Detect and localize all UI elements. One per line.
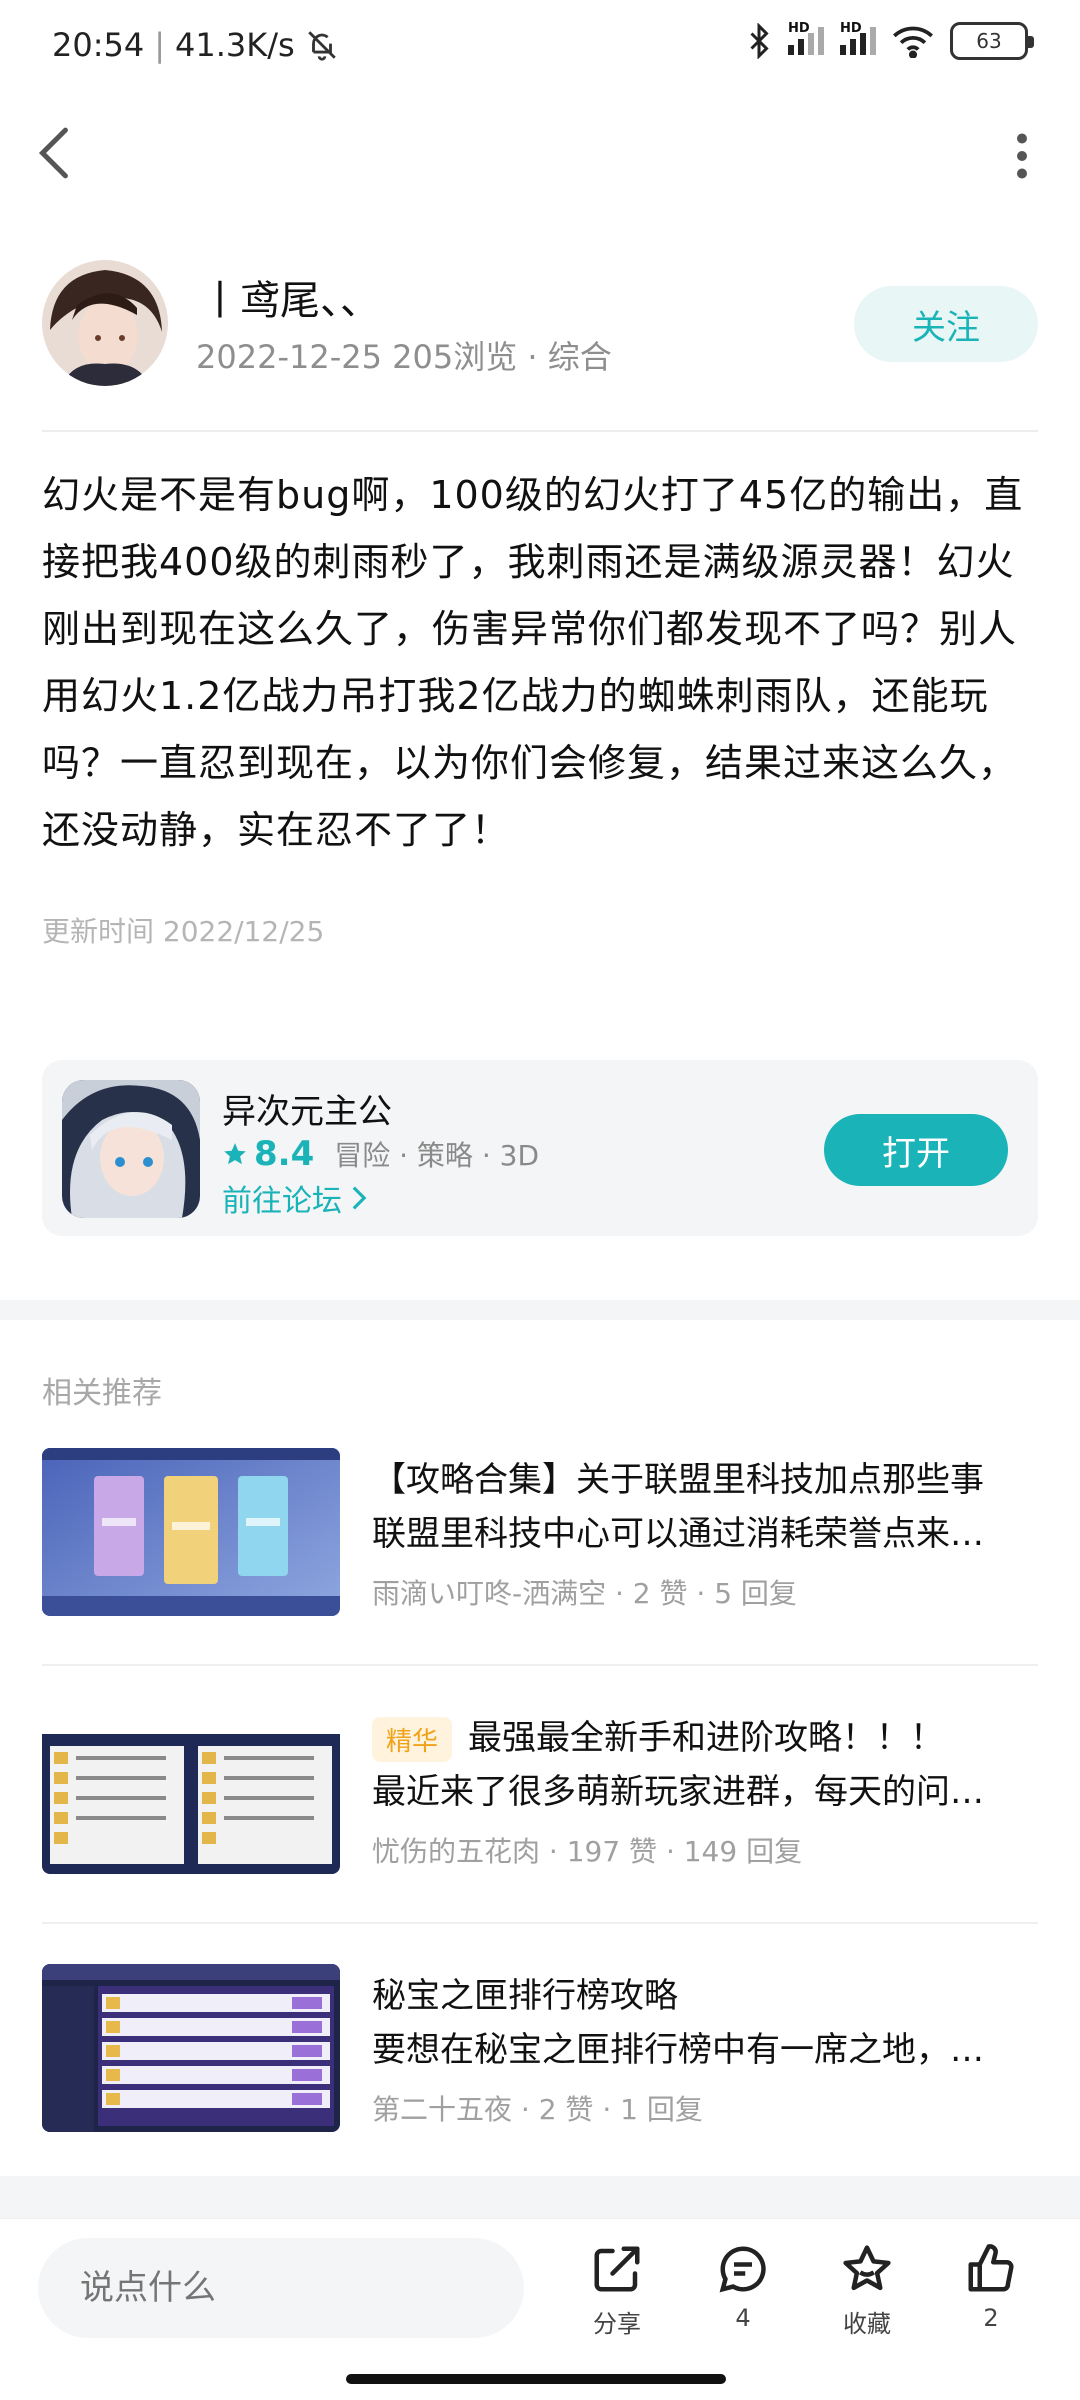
list-item-title[interactable]: 秘宝之匣排行榜攻略 <box>372 1968 678 2017</box>
signal-icon-2: HD <box>840 21 876 55</box>
update-time: 更新时间 2022/12/25 <box>42 915 325 948</box>
forum-link[interactable]: 前往论坛 <box>222 1176 368 1220</box>
list-item[interactable] <box>42 1964 340 2132</box>
status-left: 20:54 | 41.3K/s <box>52 26 339 64</box>
wifi-icon <box>893 26 933 58</box>
list-item[interactable] <box>42 1706 340 1874</box>
open-app-button[interactable]: 打开 <box>824 1114 1008 1186</box>
thumbnail-image <box>42 1964 340 2132</box>
section-separator <box>0 2176 1080 2218</box>
more-vertical-icon <box>1017 133 1027 179</box>
follow-button[interactable]: 关注 <box>854 286 1038 362</box>
chevron-right-icon <box>352 1186 367 1210</box>
favorite-label: 收藏 <box>843 2310 891 2338</box>
mute-bell-icon <box>307 31 336 61</box>
post-meta: 2022-12-25 205浏览 · 综合 <box>196 338 612 376</box>
bluetooth-icon <box>750 23 769 59</box>
network-speed: 41.3K/s <box>175 26 295 64</box>
status-right: HD HD 63 <box>746 21 1034 60</box>
list-item[interactable] <box>42 1448 340 1616</box>
thumbs-up-icon <box>968 2244 1014 2292</box>
thumbnail-image <box>42 1706 340 1874</box>
more-button[interactable] <box>992 126 1052 186</box>
signal-icon: HD <box>788 21 824 55</box>
home-indicator[interactable] <box>346 2374 726 2384</box>
app-rating-row: 8.4 冒险 · 策略 · 3D <box>222 1134 539 1174</box>
author-name[interactable]: 丨鸢尾、、 <box>200 268 380 326</box>
favorite-button[interactable]: 收藏 <box>812 2242 922 2339</box>
app-icon-image <box>62 1080 200 1218</box>
status-time: 20:54 <box>52 26 145 64</box>
comment-icon <box>719 2246 766 2293</box>
featured-badge: 精华 <box>372 1717 453 1762</box>
list-item-meta: 第二十五夜 · 2 赞 · 1 回复 <box>372 2093 703 2126</box>
star-icon <box>224 1143 246 1165</box>
forum-link-label: 前往论坛 <box>222 1184 342 1219</box>
list-item-snippet: 联盟里科技中心可以通过消耗荣誉点来… <box>372 1514 984 1554</box>
star-outline-icon <box>843 2245 891 2291</box>
app-rating: 8.4 <box>254 1134 315 1174</box>
divider <box>42 1664 1038 1666</box>
list-item-meta: 雨滴い叮咚-洒满空 · 2 赞 · 5 回复 <box>372 1577 797 1610</box>
comment-button[interactable]: 4 <box>688 2242 798 2332</box>
app-name: 异次元主公 <box>222 1092 392 1132</box>
share-icon <box>594 2246 640 2292</box>
list-item-title[interactable]: 精华 最强最全新手和进阶攻略！！！ <box>372 1710 944 1762</box>
avatar[interactable] <box>42 260 168 386</box>
battery-icon: 63 <box>950 22 1034 60</box>
list-item-snippet: 最近来了很多萌新玩家进群，每天的问… <box>372 1772 984 1812</box>
status-bar: 20:54 | 41.3K/s HD HD 63 <box>0 0 1080 96</box>
post-content: 幻火是不是有bug啊，100级的幻火打了45亿的输出，直接把我400级的刺雨秒了… <box>42 473 1024 852</box>
comment-input[interactable] <box>38 2238 524 2338</box>
comment-count: 4 <box>735 2304 751 2332</box>
list-item-snippet: 要想在秘宝之匣排行榜中有一席之地，… <box>372 2030 984 2070</box>
divider <box>42 1922 1038 1924</box>
app-icon[interactable] <box>62 1080 200 1218</box>
like-count: 2 <box>983 2304 999 2332</box>
section-separator <box>0 1300 1080 1320</box>
related-title: 相关推荐 <box>42 1376 162 1411</box>
list-item-title[interactable]: 【攻略合集】关于联盟里科技加点那些事 <box>372 1452 984 1501</box>
like-button[interactable]: 2 <box>936 2242 1046 2332</box>
app-tags: 冒险 · 策略 · 3D <box>334 1139 540 1172</box>
back-button[interactable] <box>30 118 90 188</box>
divider <box>42 430 1038 432</box>
thumbnail-image <box>42 1448 340 1616</box>
list-item-title-text: 最强最全新手和进阶攻略！！！ <box>468 1718 945 1758</box>
share-label: 分享 <box>593 2310 641 2338</box>
list-item-meta: 忧伤的五花肉 · 197 赞 · 149 回复 <box>372 1835 803 1868</box>
share-button[interactable]: 分享 <box>562 2242 672 2339</box>
avatar-image <box>42 260 168 386</box>
chevron-left-icon <box>38 127 68 179</box>
